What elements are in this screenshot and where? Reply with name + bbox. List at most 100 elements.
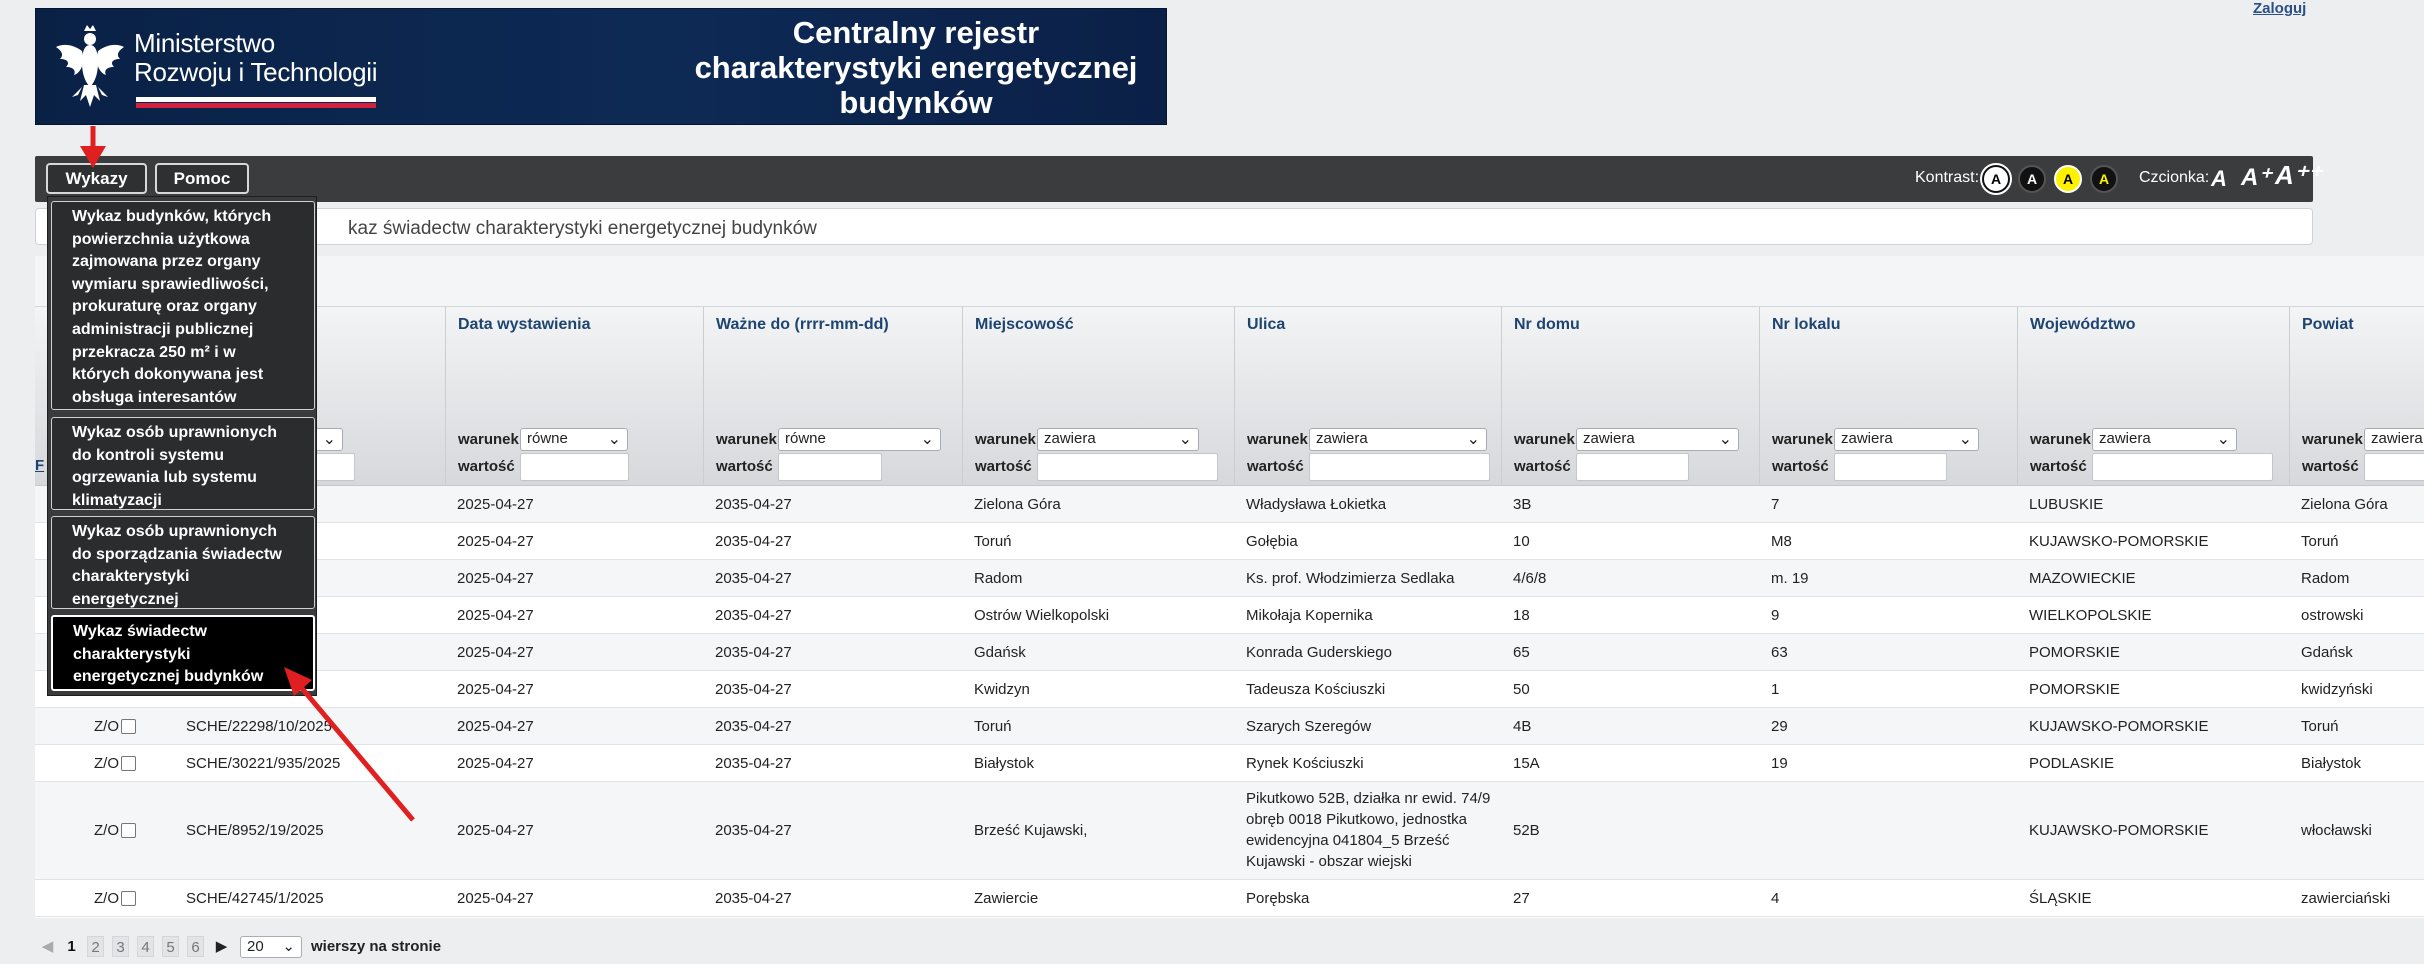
font-size-xlarge-button[interactable]: A⁺⁺: [2275, 160, 2321, 191]
cell-woj: WIELKOPOLSKIE: [2029, 606, 2152, 624]
value-input[interactable]: [2364, 453, 2424, 481]
dropdown-item-line: Wykaz osób uprawnionych: [72, 523, 278, 540]
page-4-button[interactable]: 4: [137, 936, 154, 957]
contrast-dark-button[interactable]: A: [2018, 165, 2046, 193]
dropdown-item[interactable]: Wykaz budynków, których powierzchnia użyt…: [51, 201, 315, 410]
condition-select[interactable]: zawiera⌄: [2092, 428, 2237, 451]
page-6-button[interactable]: 6: [187, 936, 204, 957]
cell-dom: 27: [1513, 889, 1530, 907]
condition-select[interactable]: zawiera⌄: [1309, 428, 1487, 451]
dropdown-item[interactable]: Wykaz osób uprawnionych do kontroli syste…: [51, 417, 315, 510]
column-title[interactable]: Nr lokalu: [1772, 316, 1840, 334]
condition-label: warunek: [716, 431, 777, 448]
cell-miejscowosc: Toruń: [974, 717, 1012, 735]
cell-data: 2025-04-27: [457, 680, 534, 698]
ministry-line-2: Rozwoju i Technologii: [134, 57, 378, 87]
list-title-text: kaz świadectw charakterystyki energetycz…: [348, 218, 817, 239]
condition-value: zawiera: [2099, 430, 2151, 447]
value-input[interactable]: [2092, 453, 2273, 481]
dropdown-item-line: Wykaz budynków, których: [72, 208, 272, 225]
condition-select[interactable]: zawiera⌄: [1037, 428, 1199, 451]
wykazy-button[interactable]: Wykazy: [46, 163, 147, 194]
prev-page-button[interactable]: ◀: [39, 936, 56, 957]
row-checkbox[interactable]: [121, 718, 136, 734]
page-5-button[interactable]: 5: [162, 936, 179, 957]
table-row[interactable]: 52025-04-272035-04-27Toruń10M8KUJAWSKO-P…: [35, 523, 2424, 560]
cell-woj: ŚLĄSKIE: [2029, 889, 2092, 907]
column-title[interactable]: Powiat: [2302, 316, 2354, 334]
cell-powiat: Radom: [2301, 569, 2350, 587]
condition-value: zawiera: [1316, 430, 1368, 447]
condition-select[interactable]: zawiera⌄: [2364, 428, 2424, 451]
cell-lokal: 29: [1771, 717, 1788, 735]
dropdown-item[interactable]: Wykaz świadectw charakterystyki energetycz…: [51, 615, 315, 691]
column-header: Miejscowość warunek zawiera ⌄ wartość: [962, 307, 1234, 486]
cell-miejscowosc: Gdańsk: [974, 643, 1026, 661]
ministry-banner[interactable]: Ministerstwo Rozwoju i Technologii Centr…: [35, 8, 1167, 125]
table-row[interactable]: 252025-04-272035-04-27Radom4/6/8m. 19MAZ…: [35, 560, 2424, 597]
condition-select[interactable]: równe ⌄: [778, 428, 941, 451]
street-line: obręb 0018 Pikutkowo, jednostka: [1246, 811, 1467, 828]
cell-nr: SCHE/42745/1/2025: [186, 889, 324, 907]
next-page-button[interactable]: ▶: [213, 936, 230, 957]
value-input[interactable]: [778, 453, 882, 481]
value-input[interactable]: [1576, 453, 1689, 481]
row-checkbox[interactable]: [121, 823, 136, 838]
partial-header-link[interactable]: F: [35, 457, 44, 474]
column-title[interactable]: Miejscowość: [975, 316, 1074, 334]
cell-wazne: 2035-04-27: [715, 889, 792, 907]
dropdown-item-line: do sporządzania świadectw: [72, 545, 282, 563]
condition-select[interactable]: zawiera⌄: [1834, 428, 1979, 451]
font-size-large-button[interactable]: A⁺: [2241, 163, 2271, 192]
table-row[interactable]: 252025-04-272035-04-27Zielona Góra3B7LUB…: [35, 486, 2424, 523]
cell-ulica: Porębska: [1246, 889, 1310, 907]
table-row[interactable]: Z/O SCHE/8952/19/2025 2025-04-27 2035-04-27…: [35, 782, 2424, 880]
zo-label: Z/O: [94, 822, 119, 839]
table-row[interactable]: Z/O SCHE/42745/1/2025 2025-04-27 2035-04-27…: [35, 880, 2424, 917]
row-checkbox[interactable]: [121, 890, 136, 906]
contrast-black-yellow-button[interactable]: A: [2090, 165, 2118, 193]
dropdown-item-line: administracji publicznej: [72, 320, 254, 338]
contrast-default-button[interactable]: A: [1980, 163, 2012, 195]
column-title[interactable]: Województwo: [2030, 316, 2135, 334]
eagle-emblem-icon: [56, 25, 124, 107]
column-title[interactable]: Ważne do (rrrr-mm-dd): [716, 316, 889, 334]
per-page-select[interactable]: 20 ⌄: [240, 936, 302, 958]
cell-miejscowosc: Zielona Góra: [974, 495, 1061, 513]
column-title[interactable]: Data wystawienia: [458, 316, 591, 334]
cell-woj: KUJAWSKO-POMORSKIE: [2029, 532, 2209, 550]
registry-title-line-1: Centralny rejestr: [792, 15, 1040, 50]
cell-data: 2025-04-27: [457, 495, 534, 513]
table-row[interactable]: Z/O SCHE/22298/10/2025 2025-04-27 2035-04-2…: [35, 708, 2424, 745]
table-row[interactable]: 252025-04-272035-04-27Kwidzyn501POMORSKI…: [35, 671, 2424, 708]
registry-title: Centralny rejestr charakterystyki energe…: [596, 15, 1236, 120]
value-input[interactable]: [1037, 453, 1218, 481]
font-size-normal-button[interactable]: A: [2211, 166, 2227, 192]
cell-powiat: Zielona Góra: [2301, 495, 2388, 513]
condition-select[interactable]: zawiera⌄: [1576, 428, 1739, 451]
column-title[interactable]: Nr domu: [1514, 316, 1580, 334]
page-2-button[interactable]: 2: [87, 936, 104, 957]
condition-value: zawiera: [1044, 430, 1096, 447]
table-row[interactable]: 252025-04-272035-04-27Gdańsk6563POMORSKI…: [35, 634, 2424, 671]
pomoc-button[interactable]: Pomoc: [155, 163, 249, 194]
value-input[interactable]: [1834, 453, 1947, 481]
condition-select[interactable]: równe ⌄: [520, 428, 628, 451]
dropdown-item[interactable]: Wykaz osób uprawnionych do sporządzania ś…: [51, 516, 315, 609]
table-row[interactable]: 2025-04-27 2035-04-27 Ostrów Wielkopolski 1…: [35, 597, 2424, 634]
row-checkbox[interactable]: [121, 755, 136, 771]
value-input[interactable]: [1309, 453, 1490, 481]
value-label: wartość: [1514, 458, 1571, 475]
login-link[interactable]: Zaloguj: [2253, 0, 2306, 17]
cell-ulica: Konrada Guderskiego: [1246, 643, 1392, 661]
value-input[interactable]: [520, 453, 629, 481]
contrast-yellow-button[interactable]: A: [2054, 165, 2082, 193]
page-3-button[interactable]: 3: [112, 936, 129, 957]
font-size-label: Czcionka:: [2139, 169, 2210, 186]
column-title[interactable]: Ulica: [1247, 316, 1285, 334]
page-1-button[interactable]: 1: [63, 936, 80, 957]
table-row[interactable]: Z/O SCHE/30221/935/2025 2025-04-27 2035-04-…: [35, 745, 2424, 782]
cell-lokal: 9: [1771, 606, 1780, 624]
cell-data: 2025-04-27: [457, 643, 534, 661]
value-label: wartość: [458, 458, 515, 475]
